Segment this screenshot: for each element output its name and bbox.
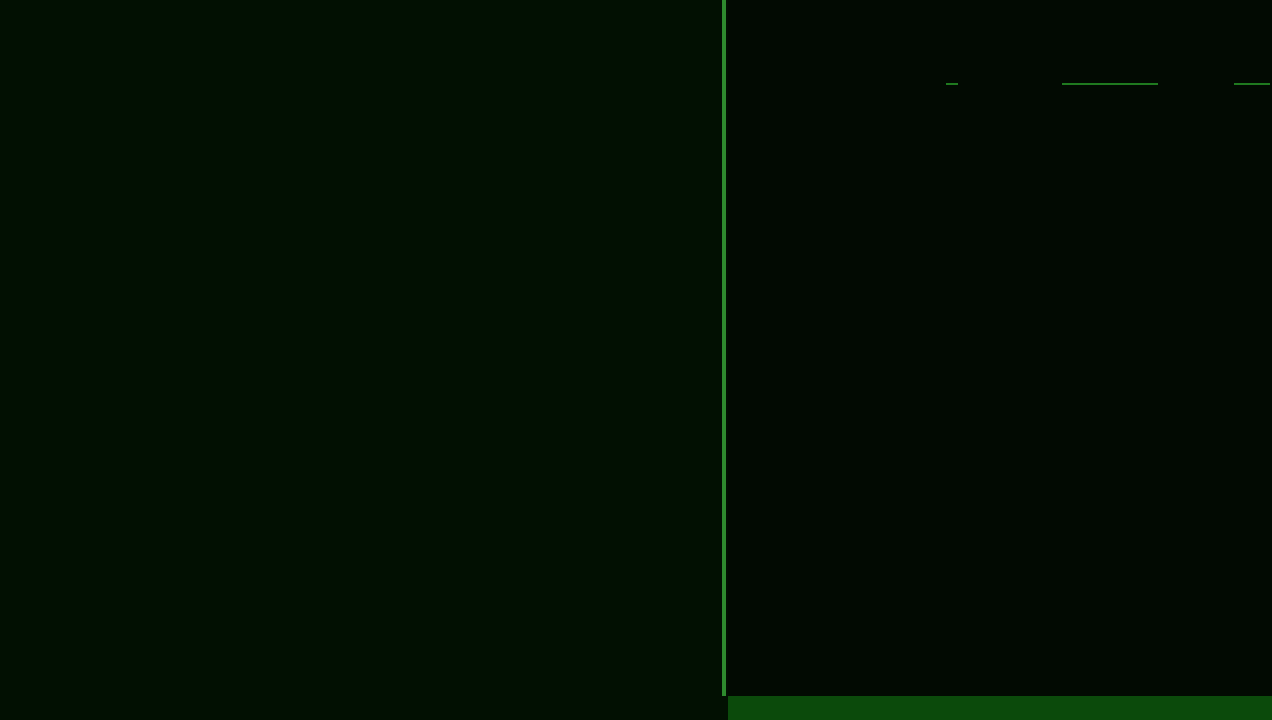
core-bar	[728, 0, 1272, 24]
map-view[interactable]	[0, 0, 728, 720]
game-screen	[0, 0, 1272, 720]
status-bar	[728, 696, 1272, 720]
info-dash-3	[1234, 83, 1270, 85]
info-dash-2	[1062, 83, 1158, 85]
sidebar	[728, 0, 1272, 720]
info-dash-1	[946, 83, 958, 85]
matter-bar	[728, 48, 1272, 72]
energy-bar	[728, 24, 1272, 48]
info-line	[728, 72, 1272, 96]
panel-divider	[722, 0, 726, 696]
